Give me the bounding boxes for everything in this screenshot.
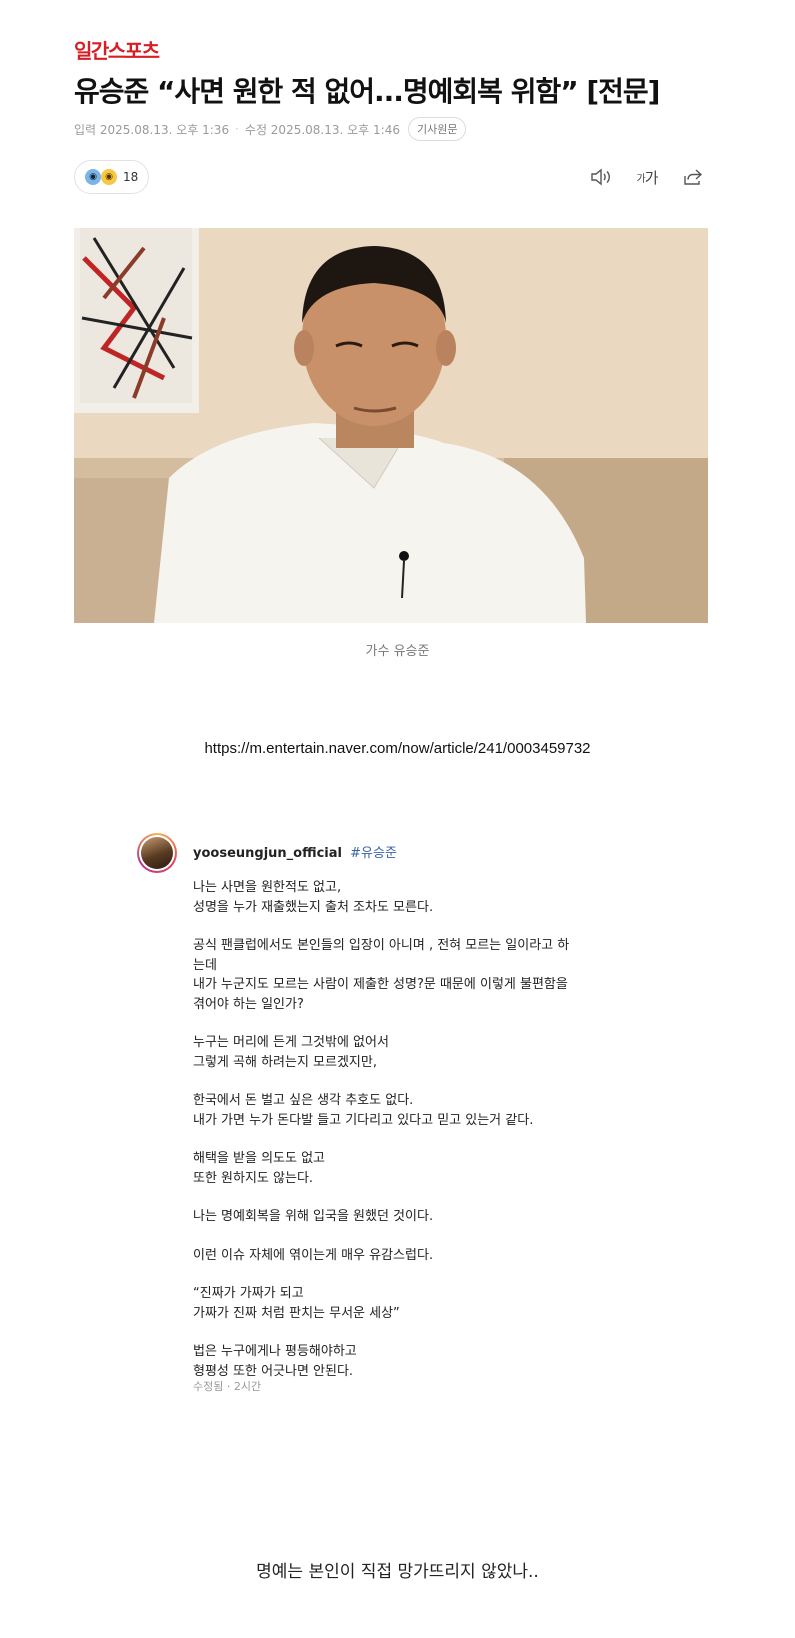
modified-time: 수정 2025.08.13. 오후 1:46: [244, 122, 400, 137]
post-paragraph: 공식 팬클럽에서도 본인들의 입장이 아니며 , 전혀 모르는 일이라고 하는데…: [193, 936, 663, 1014]
post-line: 공식 팬클럽에서도 본인들의 입장이 아니며 , 전혀 모르는 일이라고 하: [193, 938, 570, 953]
surprised-face-icon: ◉: [85, 169, 101, 185]
post-line: 법은 누구에게나 평등해야하고: [193, 1344, 357, 1359]
post-header: yooseungjun_official #유승준: [193, 842, 397, 861]
post-line: 나는 사면을 원한적도 없고,: [193, 880, 342, 895]
post-line: 그렇게 곡해 하려는지 모르겠지만,: [193, 1054, 377, 1070]
post-edited-time: 수정됨 · 2시간: [193, 1380, 262, 1393]
avatar[interactable]: [137, 833, 177, 873]
font-size-small-label: 가: [636, 173, 645, 185]
post-paragraph: 법은 누구에게나 평등해야하고형평성 또한 어긋나면 안된다.: [193, 1342, 663, 1381]
speaker-icon[interactable]: [589, 165, 613, 189]
post-username[interactable]: yooseungjun_official: [193, 846, 342, 861]
original-article-button[interactable]: 기사원문: [407, 117, 467, 141]
avatar-image: [141, 837, 173, 869]
post-paragraph: 누구는 머리에 든게 그것밖에 없어서그렇게 곡해 하려는지 모르겠지만,: [193, 1033, 663, 1072]
post-line: 내가 누군지도 모르는 사람이 제출한 성명?문 때문에 이렇게 불편함을: [193, 977, 568, 992]
font-size-large-label: 가: [644, 168, 659, 187]
post-line: 성명을 누가 재출했는지 출처 조차도 모른다.: [193, 899, 434, 915]
source-url-link[interactable]: https://m.entertain.naver.com/now/articl…: [0, 740, 795, 757]
post-line: “진짜가 가짜가 되고: [193, 1286, 304, 1301]
article-photo: [74, 228, 708, 623]
post-line: 한국에서 돈 벌고 싶은 생각 추호도 없다.: [193, 1093, 414, 1108]
font-size-icon[interactable]: 가가: [635, 165, 659, 189]
article-meta: 입력 2025.08.13. 오후 1:36 · 수정 2025.08.13. …: [74, 117, 467, 141]
share-icon[interactable]: [681, 165, 705, 189]
post-line: 는데: [193, 957, 217, 973]
post-line: 또한 원하지도 않는다.: [193, 1170, 314, 1186]
post-line: 해택을 받을 의도도 없고: [193, 1151, 325, 1166]
post-paragraph: 나는 명예회복을 위해 입국을 원했던 것이다.: [193, 1207, 663, 1227]
avatar-frame: [139, 835, 175, 871]
post-line: 가짜가 진짜 처럼 판치는 무서운 세상”: [193, 1305, 400, 1321]
reaction-button[interactable]: ◉ ◉ 18: [74, 160, 150, 194]
post-paragraph: 해택을 받을 의도도 없고또한 원하지도 않는다.: [193, 1149, 663, 1188]
post-line: 이런 이슈 자체에 엮이는게 매우 유감스럽다.: [193, 1247, 434, 1263]
post-line: 누구는 머리에 든게 그것밖에 없어서: [193, 1035, 389, 1050]
meta-separator: ·: [235, 122, 239, 136]
post-paragraph: 나는 사면을 원한적도 없고, 성명을 누가 재출했는지 출처 조차도 모른다.: [193, 878, 663, 917]
reaction-count: 18: [123, 170, 139, 184]
footer-comment: 명예는 본인이 직접 망가뜨리지 않았나..: [256, 1562, 539, 1582]
article-headline: 유승준 “사면 원한 적 없어...명예회복 위함” [전문]: [74, 75, 660, 108]
post-paragraph: “진짜가 가짜가 되고가짜가 진짜 처럼 판치는 무서운 세상”: [193, 1284, 663, 1323]
article-toolbar: 가가: [589, 165, 705, 189]
photo-caption: 가수 유승준: [365, 644, 430, 659]
wow-face-icon: ◉: [101, 169, 117, 185]
published-time: 입력 2025.08.13. 오후 1:36: [74, 122, 230, 137]
post-paragraph: 한국에서 돈 벌고 싶은 생각 추호도 없다. 내가 가면 누가 돈다발 들고 기…: [193, 1091, 663, 1130]
brand-logo[interactable]: 일간스포츠: [74, 35, 160, 64]
post-line: 형평성 또한 어긋나면 안된다.: [193, 1363, 354, 1379]
post-line: 내가 가면 누가 돈다발 들고 기다리고 있다고 믿고 있는거 같다.: [193, 1112, 534, 1128]
post-hashtag[interactable]: #유승준: [350, 846, 397, 861]
post-body: 나는 사면을 원한적도 없고, 성명을 누가 재출했는지 출처 조차도 모른다. 공…: [193, 878, 663, 1400]
post-paragraph: 이런 이슈 자체에 엮이는게 매우 유감스럽다.: [193, 1246, 663, 1266]
post-line: 겪어야 하는 일인가?: [193, 996, 304, 1012]
post-line: 나는 명예회복을 위해 입국을 원했던 것이다.: [193, 1209, 434, 1224]
